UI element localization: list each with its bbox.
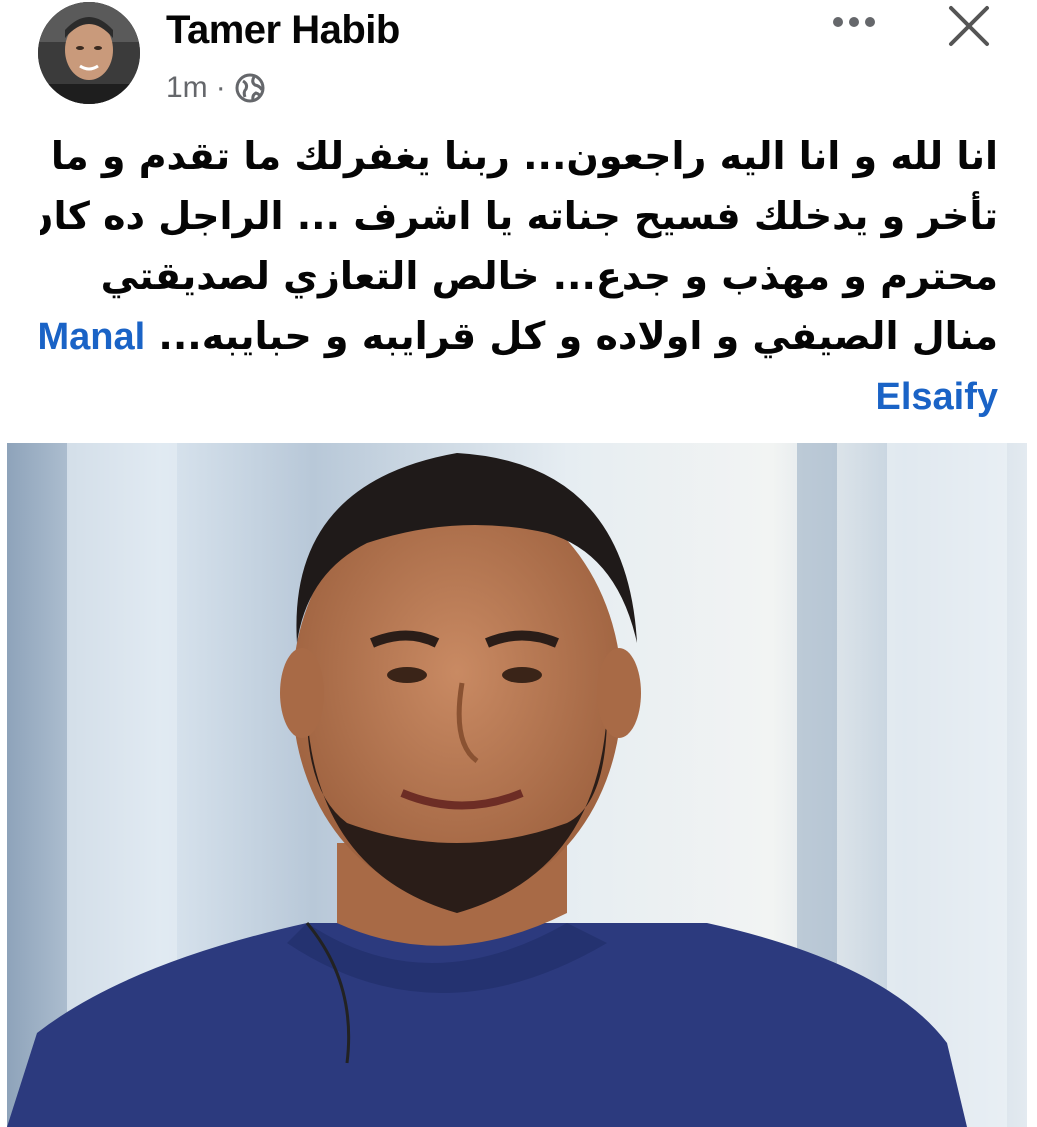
post-text: انا لله و انا اليه راجعون... ربنا يغفرلك… (40, 126, 998, 426)
post-header: Tamer Habib 1m · (0, 0, 1037, 110)
author-avatar[interactable] (38, 2, 140, 104)
post-time[interactable]: 1m (166, 71, 208, 105)
post-text-line-with-mention: منال الصيفي و اولاده و كل قرايبه و حبايب… (40, 306, 998, 366)
more-options-button[interactable] (826, 2, 882, 42)
post-meta: 1m · (166, 66, 266, 110)
post-text-line: Elsaify (40, 366, 998, 426)
close-icon (949, 6, 989, 46)
globe-icon[interactable] (234, 72, 266, 104)
post-text-line: تأخر و يدخلك فسيح جناته يا اشرف ... الرا… (40, 194, 998, 238)
post-text-line: محترم و مهذب و جدع... خالص التعازي لصديق… (100, 254, 998, 298)
meta-separator: · (215, 71, 226, 104)
post-photo[interactable] (7, 443, 1027, 1127)
mention-link[interactable]: Manal (40, 316, 145, 358)
close-button[interactable] (940, 0, 998, 52)
post-text-line: انا لله و انا اليه راجعون... ربنا يغفرلك… (50, 134, 998, 178)
more-horizontal-icon (833, 17, 875, 27)
mention-link-continued[interactable]: Elsaify (875, 376, 998, 418)
post-text-line: منال الصيفي و اولاده و كل قرايبه و حبايب… (158, 314, 998, 358)
author-name[interactable]: Tamer Habib (166, 8, 400, 53)
